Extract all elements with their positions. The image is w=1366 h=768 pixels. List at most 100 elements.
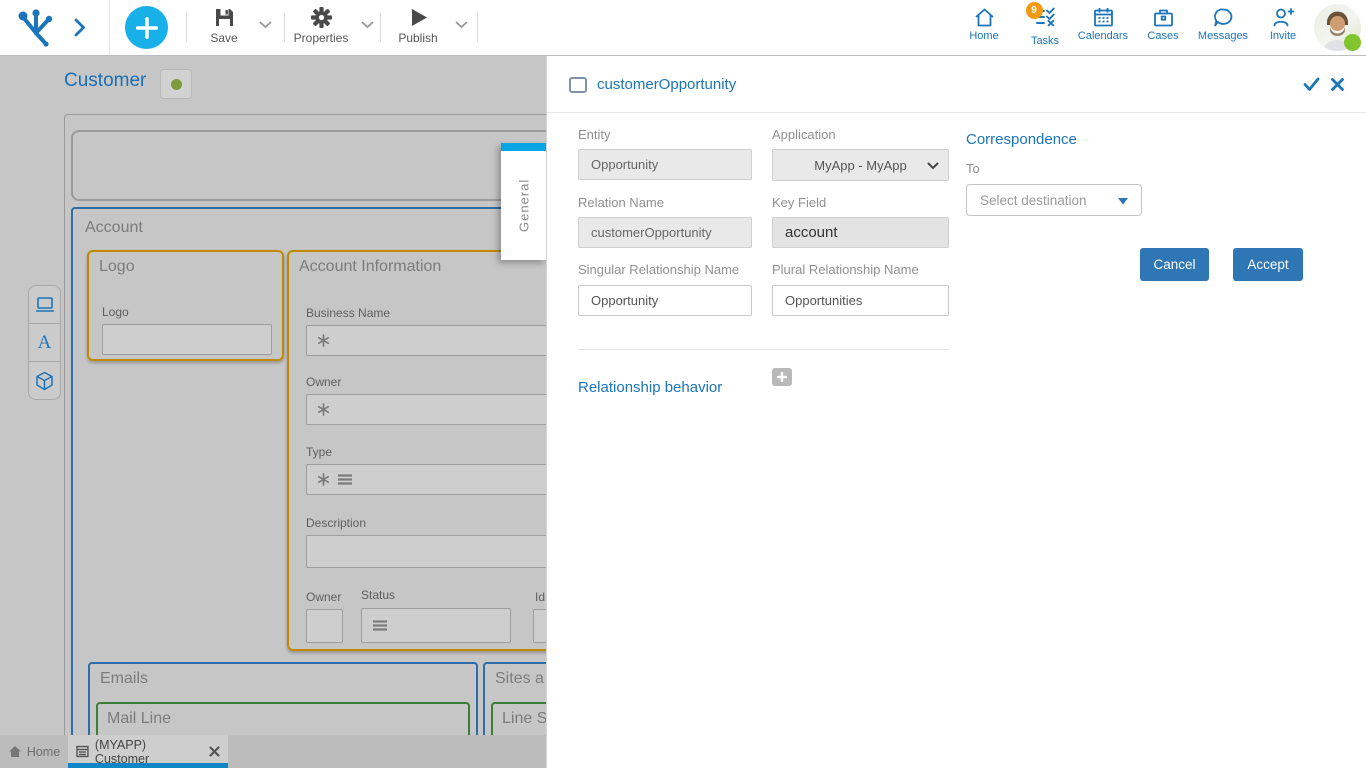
toolbar-separator bbox=[284, 13, 285, 42]
home-tab-label: Home bbox=[27, 745, 60, 759]
active-tab-underline bbox=[68, 763, 228, 768]
tab-home[interactable]: Home bbox=[0, 735, 68, 768]
accept-button[interactable]: Accept bbox=[1233, 248, 1303, 281]
logo-field[interactable] bbox=[102, 324, 272, 355]
claw-logo-icon[interactable] bbox=[14, 7, 58, 49]
relationship-behavior-link[interactable]: Relationship behavior bbox=[578, 379, 722, 396]
entity-label: Entity bbox=[578, 127, 611, 142]
description-field[interactable] bbox=[306, 535, 546, 568]
destination-dropdown[interactable]: Select destination bbox=[966, 184, 1142, 216]
add-icon bbox=[136, 17, 158, 39]
asterisk-icon bbox=[317, 473, 330, 486]
entity-field[interactable] bbox=[578, 149, 752, 180]
tab-general[interactable]: General bbox=[501, 143, 546, 260]
section-divider bbox=[578, 349, 949, 350]
toolbar-separator bbox=[186, 13, 187, 42]
invite-icon bbox=[1272, 6, 1295, 28]
business-name-field[interactable] bbox=[306, 325, 546, 356]
status-green-dot bbox=[171, 79, 182, 90]
nav-calendars-label: Calendars bbox=[1078, 30, 1128, 42]
owner-column-label: Owner bbox=[306, 590, 341, 604]
list-icon bbox=[76, 745, 89, 758]
logo-field-label: Logo bbox=[102, 305, 129, 319]
plural-name-field[interactable] bbox=[772, 285, 949, 316]
nav-messages-label: Messages bbox=[1198, 30, 1248, 42]
application-value: MyApp - MyApp bbox=[814, 158, 906, 173]
relation-editor-panel: customerOpportunity Entity Application M… bbox=[546, 56, 1366, 768]
add-button[interactable] bbox=[125, 6, 168, 49]
nav-calendars[interactable]: Calendars bbox=[1074, 6, 1132, 42]
publish-button[interactable]: Publish bbox=[389, 6, 447, 45]
expand-chevron-icon[interactable] bbox=[74, 17, 86, 38]
plural-name-label: Plural Relationship Name bbox=[772, 262, 919, 277]
status-label: Status bbox=[361, 588, 395, 602]
logo-area bbox=[0, 0, 110, 55]
text-icon: A bbox=[38, 332, 52, 354]
tab-myapp-customer[interactable]: (MYAPP) Customer bbox=[68, 735, 228, 768]
cancel-button[interactable]: Cancel bbox=[1140, 248, 1209, 281]
close-icon[interactable] bbox=[1330, 77, 1345, 92]
save-label: Save bbox=[210, 31, 237, 45]
singular-name-field[interactable] bbox=[578, 285, 752, 316]
singular-name-label: Singular Relationship Name bbox=[578, 262, 739, 277]
preview-device-button[interactable] bbox=[28, 285, 61, 324]
nav-messages[interactable]: Messages bbox=[1194, 6, 1252, 42]
application-select[interactable]: MyApp - MyApp bbox=[772, 149, 949, 181]
menu-icon bbox=[337, 473, 353, 486]
text-tool-button[interactable]: A bbox=[28, 323, 61, 362]
general-tab-accent bbox=[501, 143, 546, 151]
toolbar-separator bbox=[477, 13, 478, 42]
description-label: Description bbox=[306, 516, 366, 530]
tasks-badge: 9 bbox=[1026, 2, 1043, 19]
nav-cases[interactable]: Cases bbox=[1143, 6, 1183, 42]
status-field[interactable] bbox=[361, 608, 511, 643]
nav-invite[interactable]: Invite bbox=[1264, 6, 1302, 42]
account-information-title: Account Information bbox=[299, 258, 441, 276]
sites-section-title: Sites a bbox=[495, 670, 544, 688]
owner-small-field[interactable] bbox=[306, 609, 343, 643]
account-information-section[interactable]: Account Information Business Name Owner … bbox=[287, 250, 546, 651]
publish-chevron-down-icon[interactable] bbox=[455, 21, 468, 29]
top-toolbar: Save Properties Publish bbox=[0, 0, 1366, 56]
account-section-title: Account bbox=[85, 219, 143, 237]
save-icon bbox=[213, 6, 236, 29]
publish-icon bbox=[407, 6, 430, 29]
relation-name-field[interactable] bbox=[578, 217, 752, 248]
bottom-tabs-bar: Home (MYAPP) Customer bbox=[0, 735, 546, 768]
nav-tasks[interactable]: 9 Tasks bbox=[1026, 6, 1064, 47]
relation-title: customerOpportunity bbox=[597, 76, 736, 93]
type-field[interactable] bbox=[306, 464, 546, 495]
nav-home-label: Home bbox=[969, 30, 998, 42]
relation-name-label: Relation Name bbox=[578, 195, 664, 210]
save-button[interactable]: Save bbox=[196, 6, 252, 45]
form-designer-canvas: Customer Account Logo Logo Account Infor… bbox=[0, 56, 546, 768]
form-status-button[interactable] bbox=[160, 69, 192, 99]
calendars-icon bbox=[1092, 6, 1115, 28]
id-account-field[interactable] bbox=[533, 609, 546, 643]
logo-section[interactable]: Logo Logo bbox=[87, 250, 284, 361]
relation-checkbox[interactable] bbox=[569, 77, 587, 93]
key-field-label: Key Field bbox=[772, 195, 826, 210]
add-behavior-button[interactable] bbox=[772, 368, 792, 386]
component-tool-button[interactable] bbox=[28, 361, 61, 400]
nav-home[interactable]: Home bbox=[963, 6, 1005, 42]
confirm-icon[interactable] bbox=[1303, 77, 1320, 92]
page-title: Customer bbox=[64, 70, 146, 92]
key-field[interactable] bbox=[772, 217, 949, 248]
owner-label: Owner bbox=[306, 375, 341, 389]
cube-icon bbox=[35, 371, 54, 391]
correspondence-title: Correspondence bbox=[966, 131, 1077, 148]
mail-line-title: Mail Line bbox=[107, 710, 171, 728]
emails-section-title: Emails bbox=[100, 670, 148, 688]
doc-tab-label: (MYAPP) Customer bbox=[95, 738, 203, 766]
nav-invite-label: Invite bbox=[1270, 30, 1296, 42]
properties-chevron-down-icon[interactable] bbox=[361, 21, 374, 29]
close-icon[interactable] bbox=[209, 746, 220, 757]
owner-field[interactable] bbox=[306, 394, 546, 425]
designer-mini-toolbar: A bbox=[28, 285, 61, 400]
properties-button[interactable]: Properties bbox=[289, 6, 353, 45]
save-chevron-down-icon[interactable] bbox=[259, 21, 272, 29]
destination-placeholder: Select destination bbox=[980, 193, 1087, 208]
publish-label: Publish bbox=[398, 31, 437, 45]
form-header-zone[interactable] bbox=[71, 130, 546, 201]
